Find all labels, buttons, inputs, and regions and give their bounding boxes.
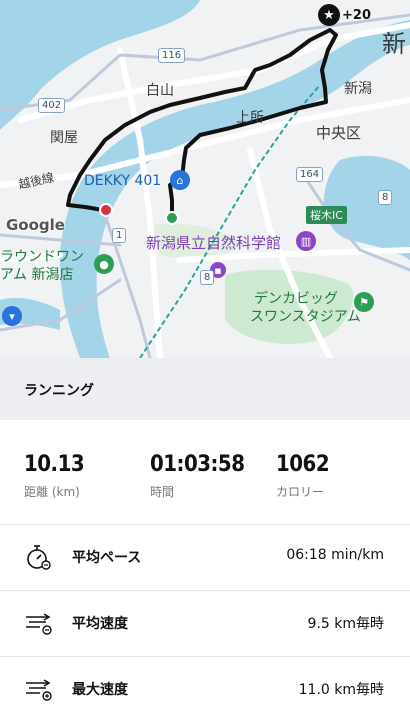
- metric-avg-speed-value: 9.5 km毎時: [307, 616, 384, 632]
- metric-row-avg-speed: 平均速度 9.5 km毎時: [0, 590, 410, 654]
- max-speed-icon: [26, 679, 52, 701]
- stat-distance: 10.13 距離 (km): [24, 452, 85, 500]
- stat-distance-label: 距離 (km): [24, 485, 80, 499]
- badge-count: +20: [342, 7, 371, 23]
- road-shield-8a: 8: [378, 190, 393, 205]
- activity-type-header: ランニング: [0, 358, 410, 420]
- map-label-kamitokoro: 上所: [236, 110, 264, 126]
- museum-icon[interactable]: ▥: [296, 231, 316, 251]
- map-label-niigata-station: 新潟: [344, 81, 372, 97]
- metric-avg-pace-value: 06:18 min/km: [286, 547, 384, 563]
- road-shield-1: 1: [112, 228, 127, 243]
- shopping-cart-icon[interactable]: ▾: [2, 306, 22, 326]
- stat-duration-label: 時間: [150, 485, 175, 499]
- activity-type-title: ランニング: [24, 383, 94, 399]
- summary-stats: 10.13 距離 (km) 01:03:58 時間 1062 カロリー: [0, 420, 410, 520]
- stat-calories: 1062 カロリー: [276, 452, 330, 500]
- map-label-chuo-ku: 中央区: [316, 124, 362, 142]
- road-shield-402: 402: [38, 98, 66, 113]
- map-label-round-one-1[interactable]: ラウンドワン: [0, 246, 84, 266]
- metric-row-avg-pace: 平均ペース 06:18 min/km: [0, 524, 410, 588]
- map-label-dekky[interactable]: DEKKY 401: [84, 173, 161, 189]
- star-icon: ★: [318, 4, 340, 26]
- map-label-denka-1[interactable]: デンカビッグ: [254, 288, 338, 308]
- map-label-hakusan: 白山: [146, 83, 174, 99]
- shopping-bag-icon[interactable]: ⌂: [170, 170, 190, 190]
- map-label-denka-2[interactable]: スワンスタジアム: [250, 306, 361, 326]
- map-label-sekiya: 関屋: [50, 130, 78, 146]
- metric-avg-speed-name: 平均速度: [72, 616, 128, 632]
- google-logo: Google: [6, 216, 65, 234]
- achievement-badge[interactable]: ★ +20: [318, 4, 371, 26]
- road-shield-164: 164: [296, 167, 324, 182]
- route-map[interactable]: 白山 関屋 越後線 DEKKY 401 ⌂ 上所 新潟 新 中央区 桜木IC 新…: [0, 0, 410, 358]
- map-canvas: [0, 0, 410, 358]
- road-shield-116: 116: [158, 48, 186, 63]
- map-pin-icon[interactable]: ●: [94, 254, 114, 274]
- stat-duration-value: 01:03:58: [150, 452, 245, 477]
- road-shield-8b: 8: [200, 270, 215, 285]
- stat-calories-label: カロリー: [276, 485, 325, 499]
- stopwatch-icon: [27, 545, 51, 570]
- stat-distance-value: 10.13: [24, 452, 85, 477]
- metric-max-speed-value: 11.0 km毎時: [298, 682, 384, 698]
- stat-duration: 01:03:58 時間: [150, 452, 245, 500]
- metric-avg-pace-name: 平均ペース: [72, 550, 142, 566]
- map-label-round-one-2[interactable]: アム 新潟店: [0, 264, 73, 284]
- map-label-museum[interactable]: 新潟県立自然科学館: [146, 232, 281, 253]
- stadium-icon[interactable]: ⚑: [354, 292, 374, 312]
- metric-row-max-speed: 最大速度 11.0 km毎時: [0, 656, 410, 720]
- stat-calories-value: 1062: [276, 452, 330, 477]
- metric-max-speed-name: 最大速度: [72, 682, 128, 698]
- map-label-sakuragi-ic: 桜木IC: [306, 206, 347, 224]
- map-label-niigata-large: 新: [382, 30, 406, 58]
- average-speed-icon: [26, 613, 52, 635]
